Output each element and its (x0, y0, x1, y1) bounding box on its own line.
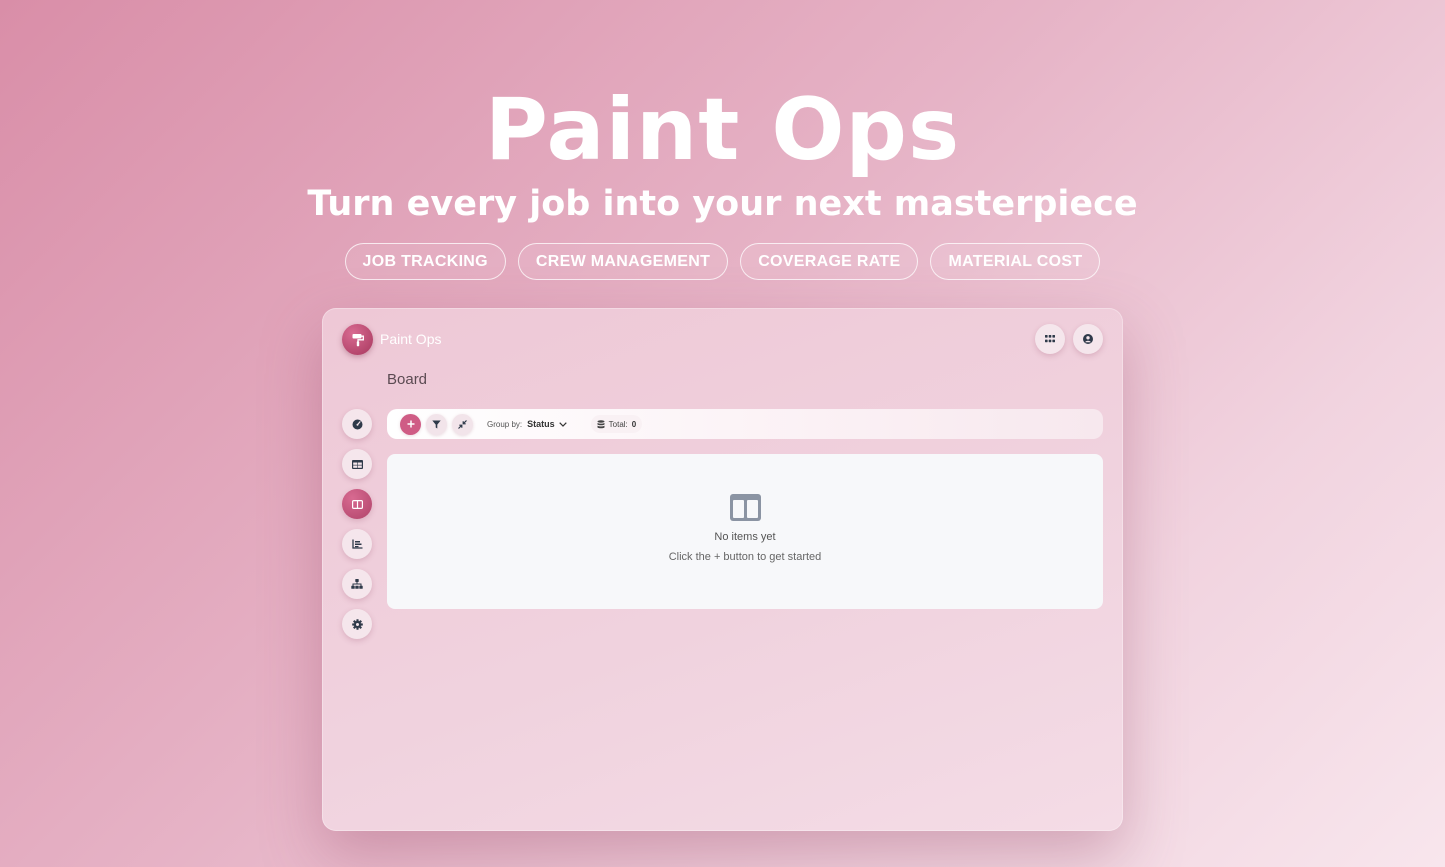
sidebar-item-board[interactable] (342, 489, 372, 519)
board-columns-icon (729, 494, 761, 521)
tag-material-cost: MATERIAL COST (930, 243, 1101, 280)
collapse-button[interactable] (452, 413, 473, 435)
dashboard-gauge-icon (352, 419, 362, 429)
bar-chart-icon (351, 539, 362, 549)
board-columns-icon (351, 499, 363, 509)
tag-crew-management: CREW MANAGEMENT (517, 243, 729, 280)
total-badge: Total: 0 (590, 415, 643, 433)
plus-icon (407, 420, 414, 428)
total-label: Total: (608, 419, 628, 429)
table-icon (351, 459, 363, 469)
chevron-down-icon (558, 421, 567, 427)
user-account-button[interactable] (1073, 324, 1103, 354)
group-by-value: Status (527, 419, 555, 429)
user-account-icon (1083, 334, 1093, 344)
page-title: Board (387, 371, 428, 388)
sidebar-item-dashboard[interactable] (342, 409, 372, 439)
total-value: 0 (631, 419, 637, 429)
filter-button[interactable] (426, 413, 447, 435)
brand-name: Paint Ops (380, 331, 442, 347)
sidebar-item-charts[interactable] (342, 529, 372, 559)
board-toolbar: Group by: Status Total: 0 (387, 409, 1103, 439)
empty-state-hint: Click the + button to get started (668, 551, 822, 563)
filter-icon (432, 420, 441, 428)
empty-state-title: No items yet (714, 531, 776, 543)
database-icon (597, 419, 605, 428)
app-window: Paint Ops Board Group by: Status Total: … (322, 308, 1123, 831)
board-area: No items yet Click the + button to get s… (387, 454, 1103, 609)
hero-subtitle: Turn every job into your next masterpiec… (307, 184, 1138, 224)
group-by-select[interactable]: Status (527, 419, 567, 429)
paint-roller-logo-icon[interactable] (342, 324, 373, 355)
tag-coverage-rate: COVERAGE RATE (740, 243, 919, 280)
sidebar-item-hierarchy[interactable] (342, 569, 372, 599)
tag-job-tracking: JOB TRACKING (344, 243, 506, 280)
add-item-button[interactable] (400, 413, 421, 435)
group-by-label: Group by: (487, 419, 523, 429)
hero-title: Paint Ops (484, 80, 961, 180)
gear-icon (351, 618, 363, 630)
sidebar-item-settings[interactable] (342, 609, 372, 639)
compress-arrows-icon (458, 419, 467, 429)
apps-grid-button[interactable] (1035, 324, 1065, 354)
feature-tags: JOB TRACKING CREW MANAGEMENT COVERAGE RA… (0, 243, 1445, 280)
sidebar-item-table[interactable] (342, 449, 372, 479)
hierarchy-icon (351, 579, 363, 589)
apps-grid-icon (1045, 335, 1055, 343)
